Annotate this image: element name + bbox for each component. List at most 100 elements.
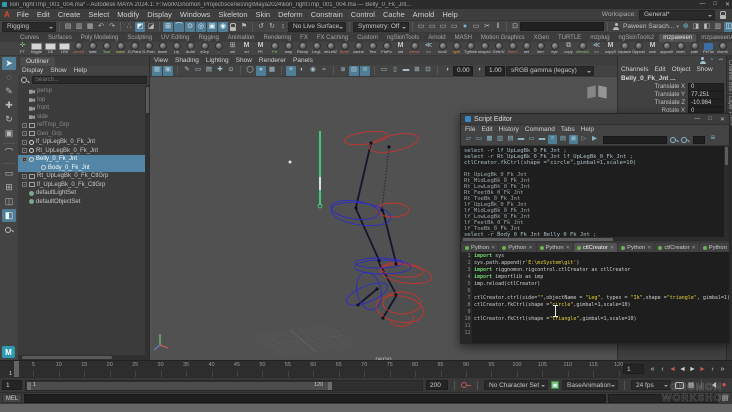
xray-joints-icon[interactable]: ⊘ xyxy=(360,65,370,76)
shelf-item-d-poin[interactable]: D-Poin xyxy=(142,42,155,55)
shelf-item-ramp[interactable]: RAmp xyxy=(296,42,309,55)
code-line[interactable]: import importlib as imp xyxy=(474,274,729,281)
time-slider[interactable]: 1 5 10 15 20 25 30 35 40 45 50 55 60 65 70 75 80 85 90 95 1… xyxy=(0,360,732,378)
shelf-tab-fx-caching[interactable]: FX Caching xyxy=(313,34,352,42)
playback-range[interactable] xyxy=(27,381,332,390)
shelf-item-path[interactable]: path xyxy=(688,42,701,55)
select-tool-icon[interactable]: ➤ xyxy=(2,57,16,70)
render-settings-icon[interactable]: ▭ xyxy=(449,22,459,32)
shelf-tab-custom[interactable]: Custom xyxy=(353,34,382,42)
shelf-item-clomb[interactable]: clomb xyxy=(716,42,729,55)
clear-history-icon[interactable]: ▤ xyxy=(506,135,515,144)
snap-keys-icon[interactable]: ▦ xyxy=(686,380,696,390)
tab-close-icon[interactable]: ✕ xyxy=(610,245,614,251)
joint-size-icon[interactable]: ⊙ xyxy=(226,66,236,76)
shelf-item-eye[interactable]: eye xyxy=(548,42,561,55)
animation-start-field[interactable]: 1 xyxy=(2,380,22,390)
outliner-item-body-0-fk-jnt[interactable]: Body_0_Fk_Jnt xyxy=(18,163,149,172)
menu-object[interactable]: Object xyxy=(672,66,691,73)
go-to-start-button[interactable]: « xyxy=(648,363,657,375)
close-button[interactable]: ✕ xyxy=(725,1,730,8)
window-titlebar[interactable]: lion_rightTmp_001_004.ma* - Autodesk MAY… xyxy=(0,0,732,9)
menu-create[interactable]: Create xyxy=(58,10,81,19)
shelf-item-legl[interactable]: LegL xyxy=(310,42,323,55)
wireframe-icon[interactable]: ◯ xyxy=(245,66,255,76)
shelf-item-ce[interactable]: CE xyxy=(44,42,57,55)
shadows-icon[interactable]: ◐ xyxy=(297,66,307,76)
code-line[interactable]: imp.reload(ctlCreator) xyxy=(474,281,729,288)
shelf-item-kim[interactable]: kim xyxy=(534,42,547,55)
menu-arnold[interactable]: Arnold xyxy=(413,10,435,19)
script-editor-minimize-button[interactable]: — xyxy=(694,116,700,123)
outliner-item-persp[interactable]: persp xyxy=(18,87,149,96)
outliner-item-defaultlightset[interactable]: defaultLightSet xyxy=(18,189,149,198)
new-scene-icon[interactable]: ▤ xyxy=(63,22,73,32)
history-horizontal-scrollbar[interactable] xyxy=(461,237,724,241)
outliner-item-top[interactable]: top xyxy=(18,96,149,105)
shelf-item-fixed[interactable]: fixed xyxy=(506,42,519,55)
expand-toggle-icon[interactable]: + xyxy=(22,148,27,154)
shelf-item-up[interactable]: Up xyxy=(170,42,183,55)
expand-toggle-icon[interactable]: + xyxy=(22,156,27,162)
set-key-icon[interactable] xyxy=(461,380,471,390)
xray-icon[interactable]: ▨ xyxy=(349,65,359,76)
maximize-button[interactable]: □ xyxy=(713,1,717,8)
menu-select[interactable]: Select xyxy=(88,10,109,19)
tool-settings-toggle-icon[interactable]: ◧ xyxy=(702,22,712,32)
menu-control[interactable]: Control xyxy=(351,10,375,19)
play-forwards-button[interactable]: ► xyxy=(688,363,697,375)
workspace-dropdown[interactable]: General* xyxy=(639,9,715,20)
pause-icon[interactable]: ‖ xyxy=(493,22,503,32)
gate-mask-icon[interactable]: ▬ xyxy=(401,66,411,76)
move-tool-icon[interactable]: ✚ xyxy=(2,99,16,112)
shelf-tab-sculpting[interactable]: Sculpting xyxy=(123,34,156,42)
twist-chain[interactable] xyxy=(381,146,390,210)
status-search-input[interactable] xyxy=(520,22,604,31)
shelf-item-checkuc[interactable]: checkUc xyxy=(576,42,589,55)
outliner-item-reftmp-grp[interactable]: + refTmp_Grp xyxy=(18,121,149,130)
shelf-item-copy[interactable]: ⧉ copy xyxy=(562,42,575,55)
shelf-item-item[interactable]: ≪ << xyxy=(422,42,435,55)
shelf-tab-animation[interactable]: Animation xyxy=(224,34,259,42)
menu-lighting[interactable]: Lighting xyxy=(206,57,229,64)
paint-select-tool-icon[interactable]: ✎ xyxy=(2,85,16,98)
clear-all-icon[interactable]: ▬ xyxy=(538,135,547,144)
stack-trace-icon[interactable]: ▤ xyxy=(559,135,568,144)
shelf-tab-arnold[interactable]: Arnold xyxy=(424,34,449,42)
select-camera-icon[interactable]: ▦ xyxy=(152,65,162,76)
script-editor-input-pane[interactable]: 1 2 3 4 5 6 7 8 9 10 11 12 import sys sys.path.appen… xyxy=(461,252,729,343)
workspace-lock-icon[interactable] xyxy=(718,10,728,20)
shelf-item-tea[interactable]: Tea xyxy=(366,42,379,55)
menu-help[interactable]: Help xyxy=(581,126,594,133)
shelf-item-ft[interactable]: ✛ FT xyxy=(16,42,29,55)
shelf-item-getuv[interactable]: GetUV xyxy=(492,42,505,55)
shelf-tab-curves[interactable]: Curves xyxy=(16,34,43,42)
code-line[interactable]: ctlCreator.fkCtrl(shape ="circle",gimbal… xyxy=(474,302,729,309)
menu-skeleton[interactable]: Skeleton xyxy=(218,10,247,19)
sidebar-expand-icon[interactable]: ◫ xyxy=(723,21,732,32)
menu-view[interactable]: View xyxy=(154,57,168,64)
safe-action-icon[interactable]: ⊞ xyxy=(412,66,422,76)
clear-input-icon[interactable]: ▭ xyxy=(527,135,536,144)
layout-search-icon[interactable] xyxy=(2,223,16,236)
shelf-tab-rendering[interactable]: Rendering xyxy=(259,34,295,42)
script-editor-window[interactable]: Script Editor — □ ✕ File Edit History Comma… xyxy=(460,113,730,344)
right-leg-controllers[interactable] xyxy=(343,129,433,327)
shelf-tab-uv-editing[interactable]: UV Editing xyxy=(157,34,193,42)
isolate-select-icon[interactable]: ⊚ xyxy=(338,66,348,76)
channel-box-toggle-icon[interactable]: ▥ xyxy=(713,22,723,32)
channel-box-object-name[interactable]: Belly_0_Fk_Jnt ... xyxy=(618,74,726,83)
shelf-item-set[interactable]: set xyxy=(520,42,533,55)
save-all-icon[interactable]: ▦ xyxy=(485,135,494,144)
colorspace-dropdown[interactable]: sRGB gamma (legacy) xyxy=(506,65,594,76)
menu-cache[interactable]: Cache xyxy=(383,10,405,19)
shelf-tab-mzpaweena[interactable]: mzpaweenA xyxy=(697,34,732,42)
step-back-frame-button[interactable]: ‹ xyxy=(658,363,667,375)
shelf-item-tgstick3[interactable]: TgStick3 xyxy=(464,42,477,55)
shelf-item-flapo[interactable]: FlaPo xyxy=(380,42,393,55)
save-scene-icon[interactable]: ▦ xyxy=(85,22,95,32)
menu-show[interactable]: Show xyxy=(50,67,66,74)
script-tab-python[interactable]: Python✕ xyxy=(536,243,573,252)
output-connections-icon[interactable]: ↻ xyxy=(267,22,277,32)
camera-lock-icon[interactable]: ▣ xyxy=(163,65,173,76)
